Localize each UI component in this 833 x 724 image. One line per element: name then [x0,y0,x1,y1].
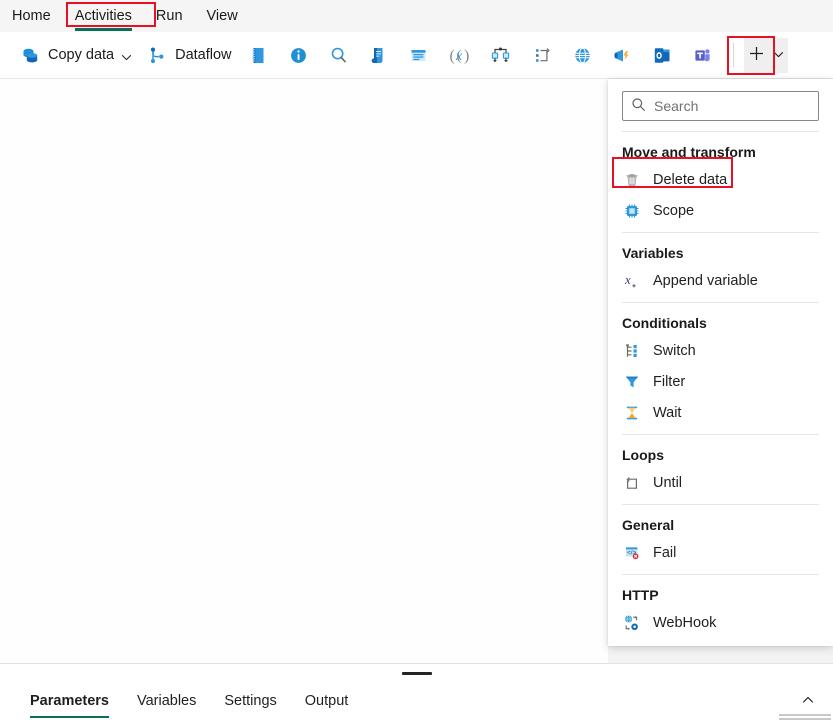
dataflow-icon [146,44,168,66]
copy-data-icon [19,44,41,66]
add-activity-button[interactable] [744,38,788,73]
hourglass-icon [622,403,642,423]
horizontal-scrollbar[interactable] [779,712,831,722]
group-title-general: General [608,511,833,537]
flyout-item-until[interactable]: Until [608,467,833,498]
details-tab-bar: Parameters Variables Settings Output [0,684,362,718]
tab-variables[interactable]: Variables [123,684,210,718]
ribbon-tab-view-label: View [207,8,238,24]
chevron-down-icon [773,47,784,63]
tab-parameters-label: Parameters [30,693,109,709]
notebook-icon[interactable] [243,38,275,72]
flyout-item-switch[interactable]: Switch [608,335,833,366]
group-title-conditionals: Conditionals [608,309,833,335]
flyout-item-append-variable[interactable]: x Append variable [608,265,833,296]
collapse-panel-button[interactable] [795,688,821,714]
stored-procedure-icon[interactable] [403,38,435,72]
group-title-loops: Loops [608,441,833,467]
search-icon [631,97,646,115]
flyout-item-wait-label: Wait [653,405,681,421]
filter-icon [622,372,642,392]
search-input[interactable] [646,97,833,115]
tab-output[interactable]: Output [291,684,363,718]
fail-icon: </> [622,543,642,563]
chevron-up-icon [801,693,815,710]
tab-output-label: Output [305,693,349,709]
group-title-variables: Variables [608,239,833,265]
flyout-item-scope[interactable]: Scope [608,195,833,226]
activities-flyout-panel: Move and transform Delete data Scope Var… [608,79,833,646]
flyout-item-webhook[interactable]: WebHook [608,607,833,638]
panel-resize-handle[interactable] [402,672,432,675]
flyout-divider [622,302,819,303]
flyout-item-filter-label: Filter [653,374,685,390]
flyout-item-until-label: Until [653,475,682,491]
tab-settings[interactable]: Settings [210,684,290,718]
svg-text:(: ( [449,47,454,64]
tab-parameters[interactable]: Parameters [16,684,123,718]
dataflow-button[interactable]: Dataflow [139,38,238,72]
flyout-divider [622,131,819,132]
if-condition-icon[interactable] [483,38,519,72]
web-icon[interactable] [567,38,599,72]
flyout-divider [622,574,819,575]
activities-toolbar: Copy data Dataflow [0,32,833,79]
ribbon-tab-run-label: Run [156,8,183,24]
info-icon[interactable] [283,38,315,72]
teams-notify-icon[interactable] [607,38,639,72]
ribbon-tab-home[interactable]: Home [0,0,63,32]
activity-search-box[interactable] [622,91,819,121]
flyout-item-fail[interactable]: </> Fail [608,537,833,568]
teams-icon[interactable] [687,38,719,72]
flyout-item-switch-label: Switch [653,343,696,359]
tab-variables-label: Variables [137,693,196,709]
ribbon-tab-home-label: Home [12,8,51,24]
ribbon-tab-run[interactable]: Run [144,0,195,32]
ribbon-tab-bar: Home Activities Run View [0,0,833,32]
copy-data-label: Copy data [48,47,114,63]
append-variable-icon: x [622,271,642,291]
chevron-down-icon[interactable] [121,50,132,61]
lookup-icon[interactable] [323,38,355,72]
flyout-item-webhook-label: WebHook [653,615,716,631]
switch-icon [622,341,642,361]
trash-icon [622,170,642,190]
svg-text:x: x [624,272,631,287]
webhook-icon [622,613,642,633]
foreach-icon[interactable] [527,38,559,72]
group-title-move-and-transform: Move and transform [608,138,833,164]
flyout-item-wait[interactable]: Wait [608,397,833,428]
toolbar-separator [733,43,734,67]
flyout-item-delete-data[interactable]: Delete data [608,164,833,195]
dataflow-label: Dataflow [175,47,231,63]
scope-icon [622,201,642,221]
tab-settings-label: Settings [224,693,276,709]
group-title-http: HTTP [608,581,833,607]
copy-data-button[interactable]: Copy data [12,38,139,72]
flyout-divider [622,434,819,435]
flyout-item-scope-label: Scope [653,203,694,219]
outlook-icon[interactable] [647,38,679,72]
flyout-divider [622,504,819,505]
set-variable-icon[interactable]: ( x ( ) [443,38,475,72]
plus-icon [748,45,765,65]
flyout-item-delete-data-label: Delete data [653,172,727,188]
ribbon-tab-activities[interactable]: Activities [63,0,144,32]
ribbon-tab-activities-label: Activities [75,8,132,24]
flyout-item-append-variable-label: Append variable [653,273,758,289]
svg-text:x: x [454,49,462,64]
until-icon [622,473,642,493]
svg-text:): ) [464,47,469,64]
script-icon[interactable] [363,38,395,72]
ribbon-tab-view[interactable]: View [195,0,250,32]
details-bottom-panel: Parameters Variables Settings Output [0,663,833,724]
flyout-item-filter[interactable]: Filter [608,366,833,397]
flyout-item-fail-label: Fail [653,545,676,561]
flyout-divider [622,232,819,233]
